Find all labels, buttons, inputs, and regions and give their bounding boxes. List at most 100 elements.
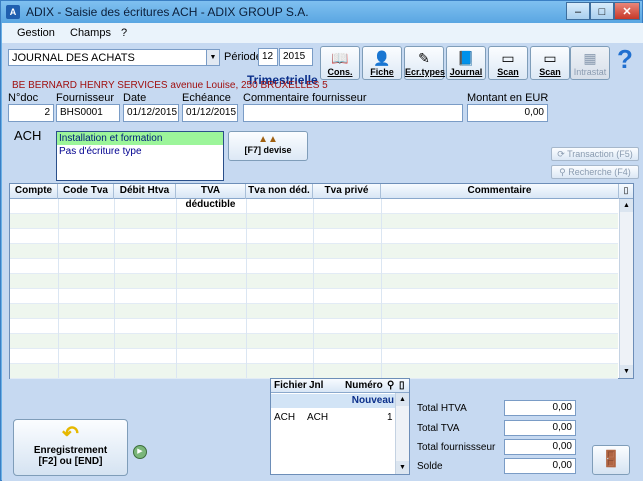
- supplier-info: BE BERNARD HENRY SERVICES avenue Louise,…: [12, 80, 328, 91]
- menu-champs[interactable]: Champs: [70, 27, 111, 39]
- exit-door-icon[interactable]: 🚪: [592, 445, 630, 475]
- trash-icon[interactable]: ▯: [620, 185, 632, 197]
- col-jnl[interactable]: Jnl: [309, 380, 323, 391]
- table-row[interactable]: [10, 304, 618, 319]
- echeance-label: Echéance: [182, 92, 231, 104]
- totals-panel: Total HTVA 0,00 Total TVA 0,00 Total fou…: [414, 395, 578, 477]
- undo-arrow-icon: ↶: [62, 423, 79, 445]
- solde-value: 0,00: [504, 458, 576, 474]
- journal-button[interactable]: 📘 Journal: [446, 46, 486, 80]
- montant-label: Montant en EUR: [467, 92, 549, 104]
- total-fournisseur-label: Total fournissseur: [417, 442, 496, 453]
- table-row[interactable]: [10, 229, 618, 244]
- menu-gestion[interactable]: Gestion: [17, 27, 55, 39]
- files-grid-scrollbar[interactable]: ▲ ▼: [395, 393, 409, 474]
- nouveau-row[interactable]: Nouveau: [271, 394, 397, 408]
- grid-divider: [58, 199, 59, 378]
- scroll-down-icon[interactable]: ▼: [620, 365, 633, 378]
- col-fichier[interactable]: Fichier: [274, 380, 307, 391]
- scroll-up-icon[interactable]: ▲: [620, 199, 633, 212]
- periode-input[interactable]: 12: [258, 48, 278, 66]
- scanner-icon: ▭: [501, 50, 515, 66]
- scroll-up-icon[interactable]: ▲: [396, 393, 409, 406]
- cons-button[interactable]: 📖 Cons.: [320, 46, 360, 80]
- client-area: JOURNAL DES ACHATS ▼ Période 12 2015 Tri…: [2, 43, 643, 481]
- table-row[interactable]: [10, 364, 618, 379]
- total-tva-value: 0,00: [504, 420, 576, 436]
- grid-scrollbar[interactable]: ▲ ▼: [619, 199, 633, 378]
- go-icon[interactable]: ▶: [133, 445, 147, 459]
- table-row[interactable]: [10, 259, 618, 274]
- col-code-tva[interactable]: Code Tva: [58, 184, 114, 199]
- close-button[interactable]: ✕: [614, 2, 640, 20]
- ndoc-label: N°doc: [8, 92, 39, 104]
- ndoc-input[interactable]: 2: [8, 104, 54, 122]
- table-row[interactable]: [10, 274, 618, 289]
- window-title: ADIX - Saisie des écritures ACH - ADIX G…: [26, 5, 309, 19]
- intrastat-button[interactable]: ▦ Intrastat: [570, 46, 610, 80]
- list-item[interactable]: Installation et formation: [57, 132, 223, 145]
- col-debit-htva[interactable]: Débit Htva: [114, 184, 176, 199]
- col-tva-deductible[interactable]: TVA déductible: [176, 184, 246, 210]
- ecr-types-button[interactable]: ✎ Ecr.types: [404, 46, 445, 80]
- trash-icon[interactable]: ▯: [399, 380, 405, 391]
- files-grid[interactable]: Fichier Jnl Numéro ⚲ ▯ Nouveau ACH ACH 1…: [270, 378, 410, 475]
- echeance-input[interactable]: 01/12/2015: [182, 104, 238, 122]
- refresh-icon: ⟳: [557, 149, 565, 159]
- scroll-down-icon[interactable]: ▼: [396, 461, 409, 474]
- journal-dropdown[interactable]: JOURNAL DES ACHATS ▼: [8, 49, 220, 66]
- app-icon: A: [6, 5, 20, 19]
- main-window: A ADIX - Saisie des écritures ACH - ADIX…: [0, 0, 643, 481]
- scan-button-2[interactable]: ▭ Scan: [530, 46, 570, 80]
- entries-grid[interactable]: Compte Code Tva Débit Htva TVA déductibl…: [9, 183, 634, 379]
- search-icon[interactable]: ⚲: [387, 380, 394, 391]
- commentaire-label: Commentaire fournisseur: [243, 92, 367, 104]
- total-fournisseur-value: 0,00: [504, 439, 576, 455]
- transaction-button[interactable]: ⟳ Transaction (F5): [551, 147, 639, 161]
- table-row[interactable]: ACH ACH 1: [271, 410, 397, 425]
- table-row[interactable]: [10, 289, 618, 304]
- menu-bar: Gestion Champs ?: [2, 23, 643, 43]
- table-row[interactable]: [10, 214, 618, 229]
- solde-label: Solde: [417, 461, 443, 472]
- col-numero[interactable]: Numéro: [345, 380, 383, 391]
- montant-input[interactable]: 0,00: [467, 104, 548, 122]
- help-icon[interactable]: ?: [612, 45, 638, 73]
- currency-icon: ▲▲: [258, 134, 278, 145]
- table-row[interactable]: [10, 244, 618, 259]
- grid-header: Compte Code Tva Débit Htva TVA déductibl…: [10, 184, 633, 210]
- fiche-button[interactable]: 👤 Fiche: [362, 46, 402, 80]
- journal-icon: 📘: [457, 50, 475, 66]
- enregistrement-button[interactable]: ↶ Enregistrement [F2] ou [END]: [13, 419, 128, 476]
- col-tva-non-ded[interactable]: Tva non déd.: [246, 184, 313, 199]
- commentaire-input[interactable]: [243, 104, 463, 122]
- table-row[interactable]: [10, 334, 618, 349]
- devise-button[interactable]: ▲▲ [F7] devise: [228, 131, 308, 161]
- list-item[interactable]: Pas d'écriture type: [57, 145, 223, 158]
- fournisseur-input[interactable]: BHS0001: [56, 104, 120, 122]
- menu-help[interactable]: ?: [121, 27, 127, 39]
- table-row[interactable]: [10, 319, 618, 334]
- date-label: Date: [123, 92, 147, 104]
- recherche-button[interactable]: ⚲ Recherche (F4): [551, 165, 639, 179]
- total-tva-label: Total TVA: [417, 423, 460, 434]
- book-icon: 📖: [331, 50, 349, 66]
- entry-type-list[interactable]: Installation et formation Pas d'écriture…: [56, 131, 224, 181]
- chevron-down-icon[interactable]: ▼: [206, 50, 219, 65]
- col-tva-prive[interactable]: Tva privé: [313, 184, 381, 199]
- col-compte[interactable]: Compte: [10, 184, 58, 199]
- map-icon: ▦: [583, 50, 597, 66]
- title-bar[interactable]: A ADIX - Saisie des écritures ACH - ADIX…: [1, 1, 642, 23]
- journal-dropdown-value: JOURNAL DES ACHATS: [12, 52, 135, 64]
- maximize-button[interactable]: □: [590, 2, 614, 20]
- table-row[interactable]: [10, 349, 618, 364]
- table-row[interactable]: [10, 199, 618, 214]
- scanner-icon: ▭: [543, 50, 557, 66]
- scan-button-1[interactable]: ▭ Scan: [488, 46, 528, 80]
- pen-icon: ✎: [418, 50, 430, 66]
- date-input[interactable]: 01/12/2015: [123, 104, 179, 122]
- annee-input[interactable]: 2015: [279, 48, 313, 66]
- col-commentaire[interactable]: Commentaire: [381, 184, 619, 199]
- person-icon: 👤: [373, 50, 391, 66]
- minimize-button[interactable]: ‒: [566, 2, 590, 20]
